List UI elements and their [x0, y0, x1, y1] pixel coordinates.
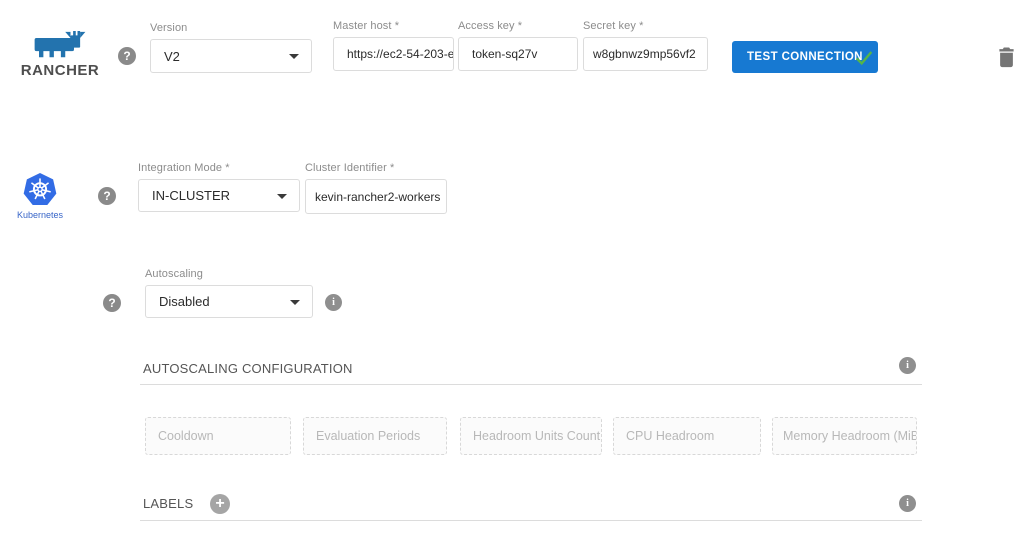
connection-success-check-icon: [853, 46, 875, 68]
integration-mode-label: Integration Mode *: [138, 162, 300, 174]
cluster-identifier-value: kevin-rancher2-workers: [315, 190, 440, 204]
headroom-units-count-placeholder: Headroom Units Count: [473, 429, 600, 443]
plus-icon: +: [215, 495, 224, 513]
access-key-input[interactable]: token-sq27v: [458, 37, 578, 71]
chevron-down-icon: [290, 300, 300, 305]
kubernetes-logo-text: Kubernetes: [12, 210, 68, 220]
access-key-label: Access key *: [458, 20, 578, 32]
info-icon[interactable]: i: [325, 294, 342, 311]
cpu-headroom-placeholder: CPU Headroom: [626, 429, 714, 443]
secret-key-value: w8gbnwz9mp56vf2: [593, 47, 696, 61]
cooldown-placeholder: Cooldown: [158, 429, 214, 443]
cpu-headroom-input-disabled: CPU Headroom: [613, 417, 761, 455]
cooldown-input-disabled: Cooldown: [145, 417, 291, 455]
info-icon[interactable]: i: [899, 495, 916, 512]
kubernetes-logo: Kubernetes: [12, 172, 68, 220]
info-icon[interactable]: i: [899, 357, 916, 374]
kubernetes-helm-icon: [22, 172, 58, 207]
evaluation-periods-placeholder: Evaluation Periods: [316, 429, 420, 443]
chevron-down-icon: [289, 54, 299, 59]
autoscaling-configuration-title: AUTOSCALING CONFIGURATION: [143, 361, 353, 376]
version-value: V2: [164, 49, 180, 64]
cluster-identifier-label: Cluster Identifier *: [305, 162, 447, 174]
autoscaling-label: Autoscaling: [145, 268, 313, 280]
memory-headroom-input-disabled: Memory Headroom (MiB): [772, 417, 917, 455]
integration-mode-value: IN-CLUSTER: [152, 188, 230, 203]
integration-mode-select[interactable]: IN-CLUSTER: [138, 179, 300, 212]
cluster-identifier-input[interactable]: kevin-rancher2-workers: [305, 179, 447, 214]
add-label-button[interactable]: +: [210, 494, 230, 514]
section-divider: [140, 384, 922, 385]
delete-trash-icon[interactable]: [998, 46, 1015, 68]
evaluation-periods-input-disabled: Evaluation Periods: [303, 417, 447, 455]
labels-title: LABELS: [143, 496, 193, 511]
version-select[interactable]: V2: [150, 39, 312, 73]
rancher-bull-icon: [32, 30, 88, 60]
help-icon[interactable]: ?: [98, 187, 116, 205]
help-icon[interactable]: ?: [103, 294, 121, 312]
master-host-value: https://ec2-54-203-e: [347, 47, 454, 61]
integration-config-page: RANCHER ? Version V2 Master host * https…: [0, 0, 1024, 550]
autoscaling-select[interactable]: Disabled: [145, 285, 313, 318]
master-host-input[interactable]: https://ec2-54-203-e: [333, 37, 454, 71]
rancher-logo-text: RANCHER: [10, 62, 110, 79]
chevron-down-icon: [277, 194, 287, 199]
rancher-logo: RANCHER: [10, 30, 110, 79]
section-divider: [140, 520, 922, 521]
version-label: Version: [150, 22, 312, 34]
headroom-units-count-input-disabled: Headroom Units Count: [460, 417, 602, 455]
secret-key-input[interactable]: w8gbnwz9mp56vf2: [583, 37, 708, 71]
autoscaling-value: Disabled: [159, 294, 210, 309]
memory-headroom-placeholder: Memory Headroom (MiB): [783, 429, 917, 443]
help-icon[interactable]: ?: [118, 47, 136, 65]
secret-key-label: Secret key *: [583, 20, 708, 32]
access-key-value: token-sq27v: [472, 47, 537, 61]
master-host-label: Master host *: [333, 20, 454, 32]
